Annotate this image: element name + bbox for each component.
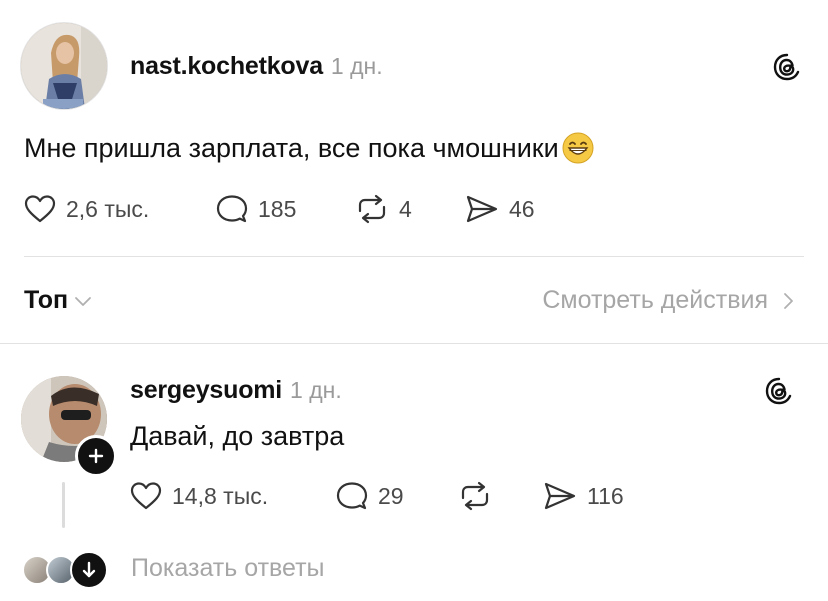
reply-repost-button[interactable] <box>458 481 502 511</box>
post-body: Мне пришла зарплата, все пока чмошники <box>24 131 595 165</box>
reply-comment-button[interactable]: 29 <box>336 481 404 511</box>
repost-button[interactable]: 4 <box>355 194 412 224</box>
comment-bubble-icon <box>336 482 368 510</box>
post-time: 1 дн. <box>330 53 383 79</box>
share-button[interactable]: 46 <box>465 194 535 224</box>
avatar-photo-icon <box>21 23 107 109</box>
grinning-emoji-icon <box>562 132 594 164</box>
post-username[interactable]: nast.kochetkova <box>130 52 323 80</box>
comment-count: 185 <box>258 195 297 222</box>
post-header: nast.kochetkova 1 дн. <box>130 52 383 81</box>
view-activity-link[interactable]: Смотреть действия <box>542 286 794 315</box>
reply-time: 1 дн. <box>290 377 342 403</box>
reply-avatars-stack <box>22 551 112 589</box>
repost-icon <box>461 481 489 511</box>
plus-icon <box>88 448 104 464</box>
reply-body: Давай, до завтра <box>130 421 344 452</box>
follow-button[interactable] <box>75 435 117 477</box>
heart-icon <box>24 195 56 223</box>
reply-comment-count: 29 <box>378 482 404 509</box>
send-icon <box>466 195 498 223</box>
chevron-down-icon <box>75 296 91 306</box>
repost-count: 4 <box>399 195 412 222</box>
reply-like-button[interactable]: 14,8 тыс. <box>130 481 268 511</box>
sort-dropdown[interactable]: Топ <box>24 286 92 315</box>
avatar[interactable] <box>20 22 108 110</box>
reply-text: Давай, до завтра <box>130 421 345 451</box>
view-activity-label: Смотреть действия <box>542 286 768 314</box>
threads-logo-icon[interactable] <box>764 376 794 406</box>
reply-like-count: 14,8 тыс. <box>172 482 269 509</box>
sort-label: Топ <box>24 286 69 314</box>
reply-share-count: 116 <box>587 482 624 509</box>
divider <box>24 256 804 257</box>
post-text: Мне пришла зарплата, все пока чмошники <box>24 132 559 163</box>
threads-logo-icon[interactable] <box>772 52 802 82</box>
expand-replies-button[interactable] <box>70 551 108 589</box>
reply-username[interactable]: sergeysuomi <box>130 376 282 404</box>
chevron-right-icon <box>784 292 793 309</box>
arrow-down-icon <box>82 561 96 578</box>
show-replies-link[interactable]: Показать ответы <box>131 554 325 583</box>
repost-icon <box>358 194 386 224</box>
like-button[interactable]: 2,6 тыс. <box>24 194 149 224</box>
thread-line <box>62 482 65 528</box>
comment-bubble-icon <box>216 195 248 223</box>
send-icon <box>544 482 576 510</box>
heart-icon <box>130 482 162 510</box>
comment-button[interactable]: 185 <box>216 194 296 224</box>
reply-share-button[interactable]: 116 <box>543 481 624 511</box>
share-count: 46 <box>509 195 535 222</box>
reply-header: sergeysuomi 1 дн. <box>130 376 342 405</box>
like-count: 2,6 тыс. <box>66 195 150 222</box>
divider <box>0 343 828 344</box>
